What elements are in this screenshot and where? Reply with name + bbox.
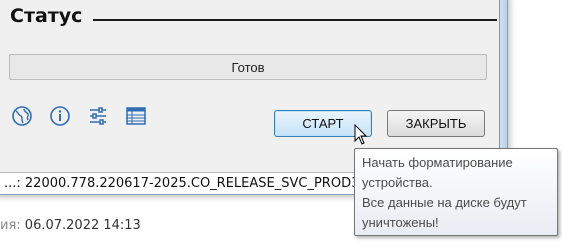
section-title: Статус: [10, 5, 83, 27]
sliders-icon[interactable]: [87, 105, 109, 127]
section-divider: [93, 19, 497, 21]
mouse-cursor-icon: [354, 123, 368, 146]
version-row: ...: 22000.778.220617-2025.CO_RELEASE_SV…: [0, 172, 375, 194]
close-button[interactable]: ЗАКРЫТЬ: [387, 110, 485, 137]
tooltip-line: Начать форматирование: [362, 155, 513, 170]
status-text: Готов: [231, 59, 265, 75]
start-tooltip: Начать форматирование устройства. Все да…: [354, 148, 558, 236]
version-text: ...: 22000.778.220617-2025.CO_RELEASE_SV…: [4, 176, 375, 191]
info-icon[interactable]: [49, 105, 71, 127]
date-row: ия: 06.07.2022 14:13: [0, 218, 141, 233]
tooltip-line: Все данные на диске будут: [362, 195, 527, 210]
tooltip-line: устройства.: [362, 175, 433, 190]
globe-icon[interactable]: [11, 105, 33, 127]
table-icon[interactable]: [125, 105, 147, 127]
tooltip-line: уничтожены!: [362, 215, 439, 230]
date-label: ия:: [0, 218, 21, 233]
date-value: 06.07.2022 14:13: [24, 218, 141, 233]
icon-toolbar: [11, 105, 147, 127]
status-bar: Готов: [9, 54, 487, 80]
